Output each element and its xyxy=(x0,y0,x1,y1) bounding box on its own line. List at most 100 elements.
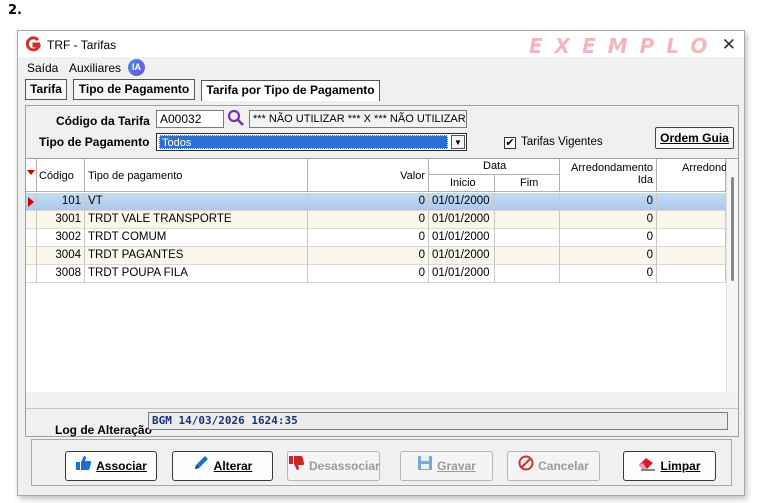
cell-valor: 0 xyxy=(308,229,429,247)
cell-codigo: 101 xyxy=(37,193,85,211)
table-row[interactable]: 3008 TRDT POUPA FILA 0 01/01/2000 0 xyxy=(26,265,726,283)
col-header-inicio-label: Inicio xyxy=(450,177,476,189)
gravar-label: Gravar xyxy=(437,459,476,473)
limpar-label: Limpar xyxy=(660,459,701,473)
tipo-pagamento-selected: Todos xyxy=(159,135,448,149)
col-header-tipo-label: Tipo de pagamento xyxy=(88,170,183,182)
cell-inicio: 01/01/2000 xyxy=(429,193,495,211)
cell-valor: 0 xyxy=(308,247,429,265)
title-bar: TRF - Tarifas EXEMPLO ✕ xyxy=(18,31,744,58)
table-row[interactable]: 3002 TRDT COMUM 0 01/01/2000 0 xyxy=(26,229,726,247)
tipo-pagamento-select[interactable]: Todos ▼ xyxy=(156,133,467,151)
menu-item-auxiliares[interactable]: Auxiliares xyxy=(69,61,121,75)
cancelar-label: Cancelar xyxy=(538,459,589,473)
tarifas-window: TRF - Tarifas EXEMPLO ✕ Saída Auxiliares… xyxy=(17,30,745,496)
menu-item-saida[interactable]: Saída xyxy=(27,61,58,75)
col-header-tipo[interactable]: Tipo de pagamento xyxy=(85,159,308,192)
associar-button[interactable]: Associar xyxy=(65,451,157,481)
col-header-codigo[interactable]: Código xyxy=(37,159,85,192)
table-row[interactable]: 3001 TRDT VALE TRANSPORTE 0 01/01/2000 0 xyxy=(26,211,726,229)
tab-tipo-de-pagamento[interactable]: Tipo de Pagamento xyxy=(73,79,195,100)
tab-tarifa-por-tipo-de-pagamento[interactable]: Tarifa por Tipo de Pagamento xyxy=(201,80,380,101)
col-header-arred-ida[interactable]: Arredondamento Ida xyxy=(560,159,657,192)
cell-arred-volta xyxy=(657,265,726,283)
watermark: EXEMPLO xyxy=(529,34,720,58)
cell-inicio: 01/01/2000 xyxy=(429,211,495,229)
app-logo-icon xyxy=(25,36,42,52)
cell-codigo: 3004 xyxy=(37,247,85,265)
row-indicator xyxy=(26,265,37,283)
row-indicator xyxy=(26,229,37,247)
cell-tipo: TRDT COMUM xyxy=(85,229,308,247)
col-header-inicio[interactable]: Inicio xyxy=(429,175,495,192)
row-indicator xyxy=(26,193,37,211)
col-header-valor-label: Valor xyxy=(400,170,425,182)
cell-arred-ida: 0 xyxy=(560,211,657,229)
cell-tipo: TRDT POUPA FILA xyxy=(85,265,308,283)
col-header-data: Data xyxy=(429,159,560,175)
thumbs-down-icon xyxy=(288,453,305,481)
cell-fim xyxy=(495,247,560,265)
alterar-button[interactable]: Alterar xyxy=(172,451,273,481)
cancelar-button[interactable]: Cancelar xyxy=(507,451,600,481)
cell-arred-ida: 0 xyxy=(560,193,657,211)
thumbs-up-icon xyxy=(75,453,92,481)
row-indicator xyxy=(26,211,37,229)
col-header-valor[interactable]: Valor xyxy=(308,159,429,192)
col-header-arred-ida-label: Arredondamento Ida xyxy=(571,162,653,186)
tab-tarifa[interactable]: Tarifa xyxy=(25,79,67,100)
cell-codigo: 3008 xyxy=(37,265,85,283)
cell-inicio: 01/01/2000 xyxy=(429,265,495,283)
search-icon[interactable] xyxy=(227,109,245,127)
tarifas-vigentes-checkbox[interactable]: ✔ xyxy=(504,137,516,149)
cell-valor: 0 xyxy=(308,211,429,229)
col-header-arred-volta[interactable]: Arredonda xyxy=(657,159,733,192)
close-icon[interactable]: ✕ xyxy=(722,35,736,55)
step-label: 2. xyxy=(8,3,22,18)
chevron-down-icon[interactable]: ▼ xyxy=(451,135,465,149)
divider xyxy=(26,408,738,409)
ordem-guia-button[interactable]: Ordem Guia xyxy=(655,127,734,149)
cell-tipo: VT xyxy=(85,193,308,211)
table-row[interactable]: 101 VT 0 01/01/2000 0 xyxy=(26,193,726,211)
eraser-icon xyxy=(638,453,656,481)
cell-codigo: 3002 xyxy=(37,229,85,247)
cell-arred-volta xyxy=(657,211,726,229)
codigo-tarifa-input[interactable]: A00032 xyxy=(156,110,224,128)
cell-tipo: TRDT VALE TRANSPORTE xyxy=(85,211,308,229)
cell-valor: 0 xyxy=(308,193,429,211)
current-row-arrow-icon xyxy=(28,197,34,207)
cell-fim xyxy=(495,193,560,211)
sort-header xyxy=(26,159,37,192)
cell-fim xyxy=(495,265,560,283)
vertical-scroll-thumb[interactable] xyxy=(731,177,734,281)
log-alteracao-field: BGM 14/03/2026 1624:35 xyxy=(148,412,728,430)
log-alteracao-label: Log de Alteração xyxy=(55,423,152,437)
tarifas-vigentes-label: Tarifas Vigentes xyxy=(521,136,603,148)
cell-arred-volta xyxy=(657,229,726,247)
cell-fim xyxy=(495,229,560,247)
tipo-pagamento-label: Tipo de Pagamento xyxy=(39,135,150,149)
cell-arred-volta xyxy=(657,247,726,265)
col-header-fim-label: Fim xyxy=(520,177,539,189)
sort-down-icon xyxy=(27,170,35,175)
table-row[interactable]: 3004 TRDT PAGANTES 0 01/01/2000 0 xyxy=(26,247,726,265)
cell-arred-ida: 0 xyxy=(560,229,657,247)
menu-bar: Saída Auxiliares IA xyxy=(18,58,744,78)
ia-assistant-icon[interactable]: IA xyxy=(128,59,145,76)
col-header-fim[interactable]: Fim xyxy=(495,175,560,192)
associar-label: Associar xyxy=(96,459,147,473)
col-header-codigo-label: Código xyxy=(39,170,74,182)
desassociar-button[interactable]: Desassociar xyxy=(287,451,380,481)
window-title: TRF - Tarifas xyxy=(47,38,117,52)
cell-inicio: 01/01/2000 xyxy=(429,247,495,265)
cell-codigo: 3001 xyxy=(37,211,85,229)
tarifa-grid: Código Tipo de pagamento Valor Data Inic… xyxy=(26,158,738,392)
limpar-button[interactable]: Limpar xyxy=(623,451,716,481)
codigo-tarifa-label: Código da Tarifa xyxy=(56,114,150,128)
gravar-button[interactable]: Gravar xyxy=(400,451,493,481)
vertical-scrollbar[interactable] xyxy=(726,159,738,392)
cell-arred-ida: 0 xyxy=(560,265,657,283)
cell-fim xyxy=(495,211,560,229)
main-panel: Código da Tarifa A00032 *** NÃO UTILIZAR… xyxy=(25,105,739,437)
